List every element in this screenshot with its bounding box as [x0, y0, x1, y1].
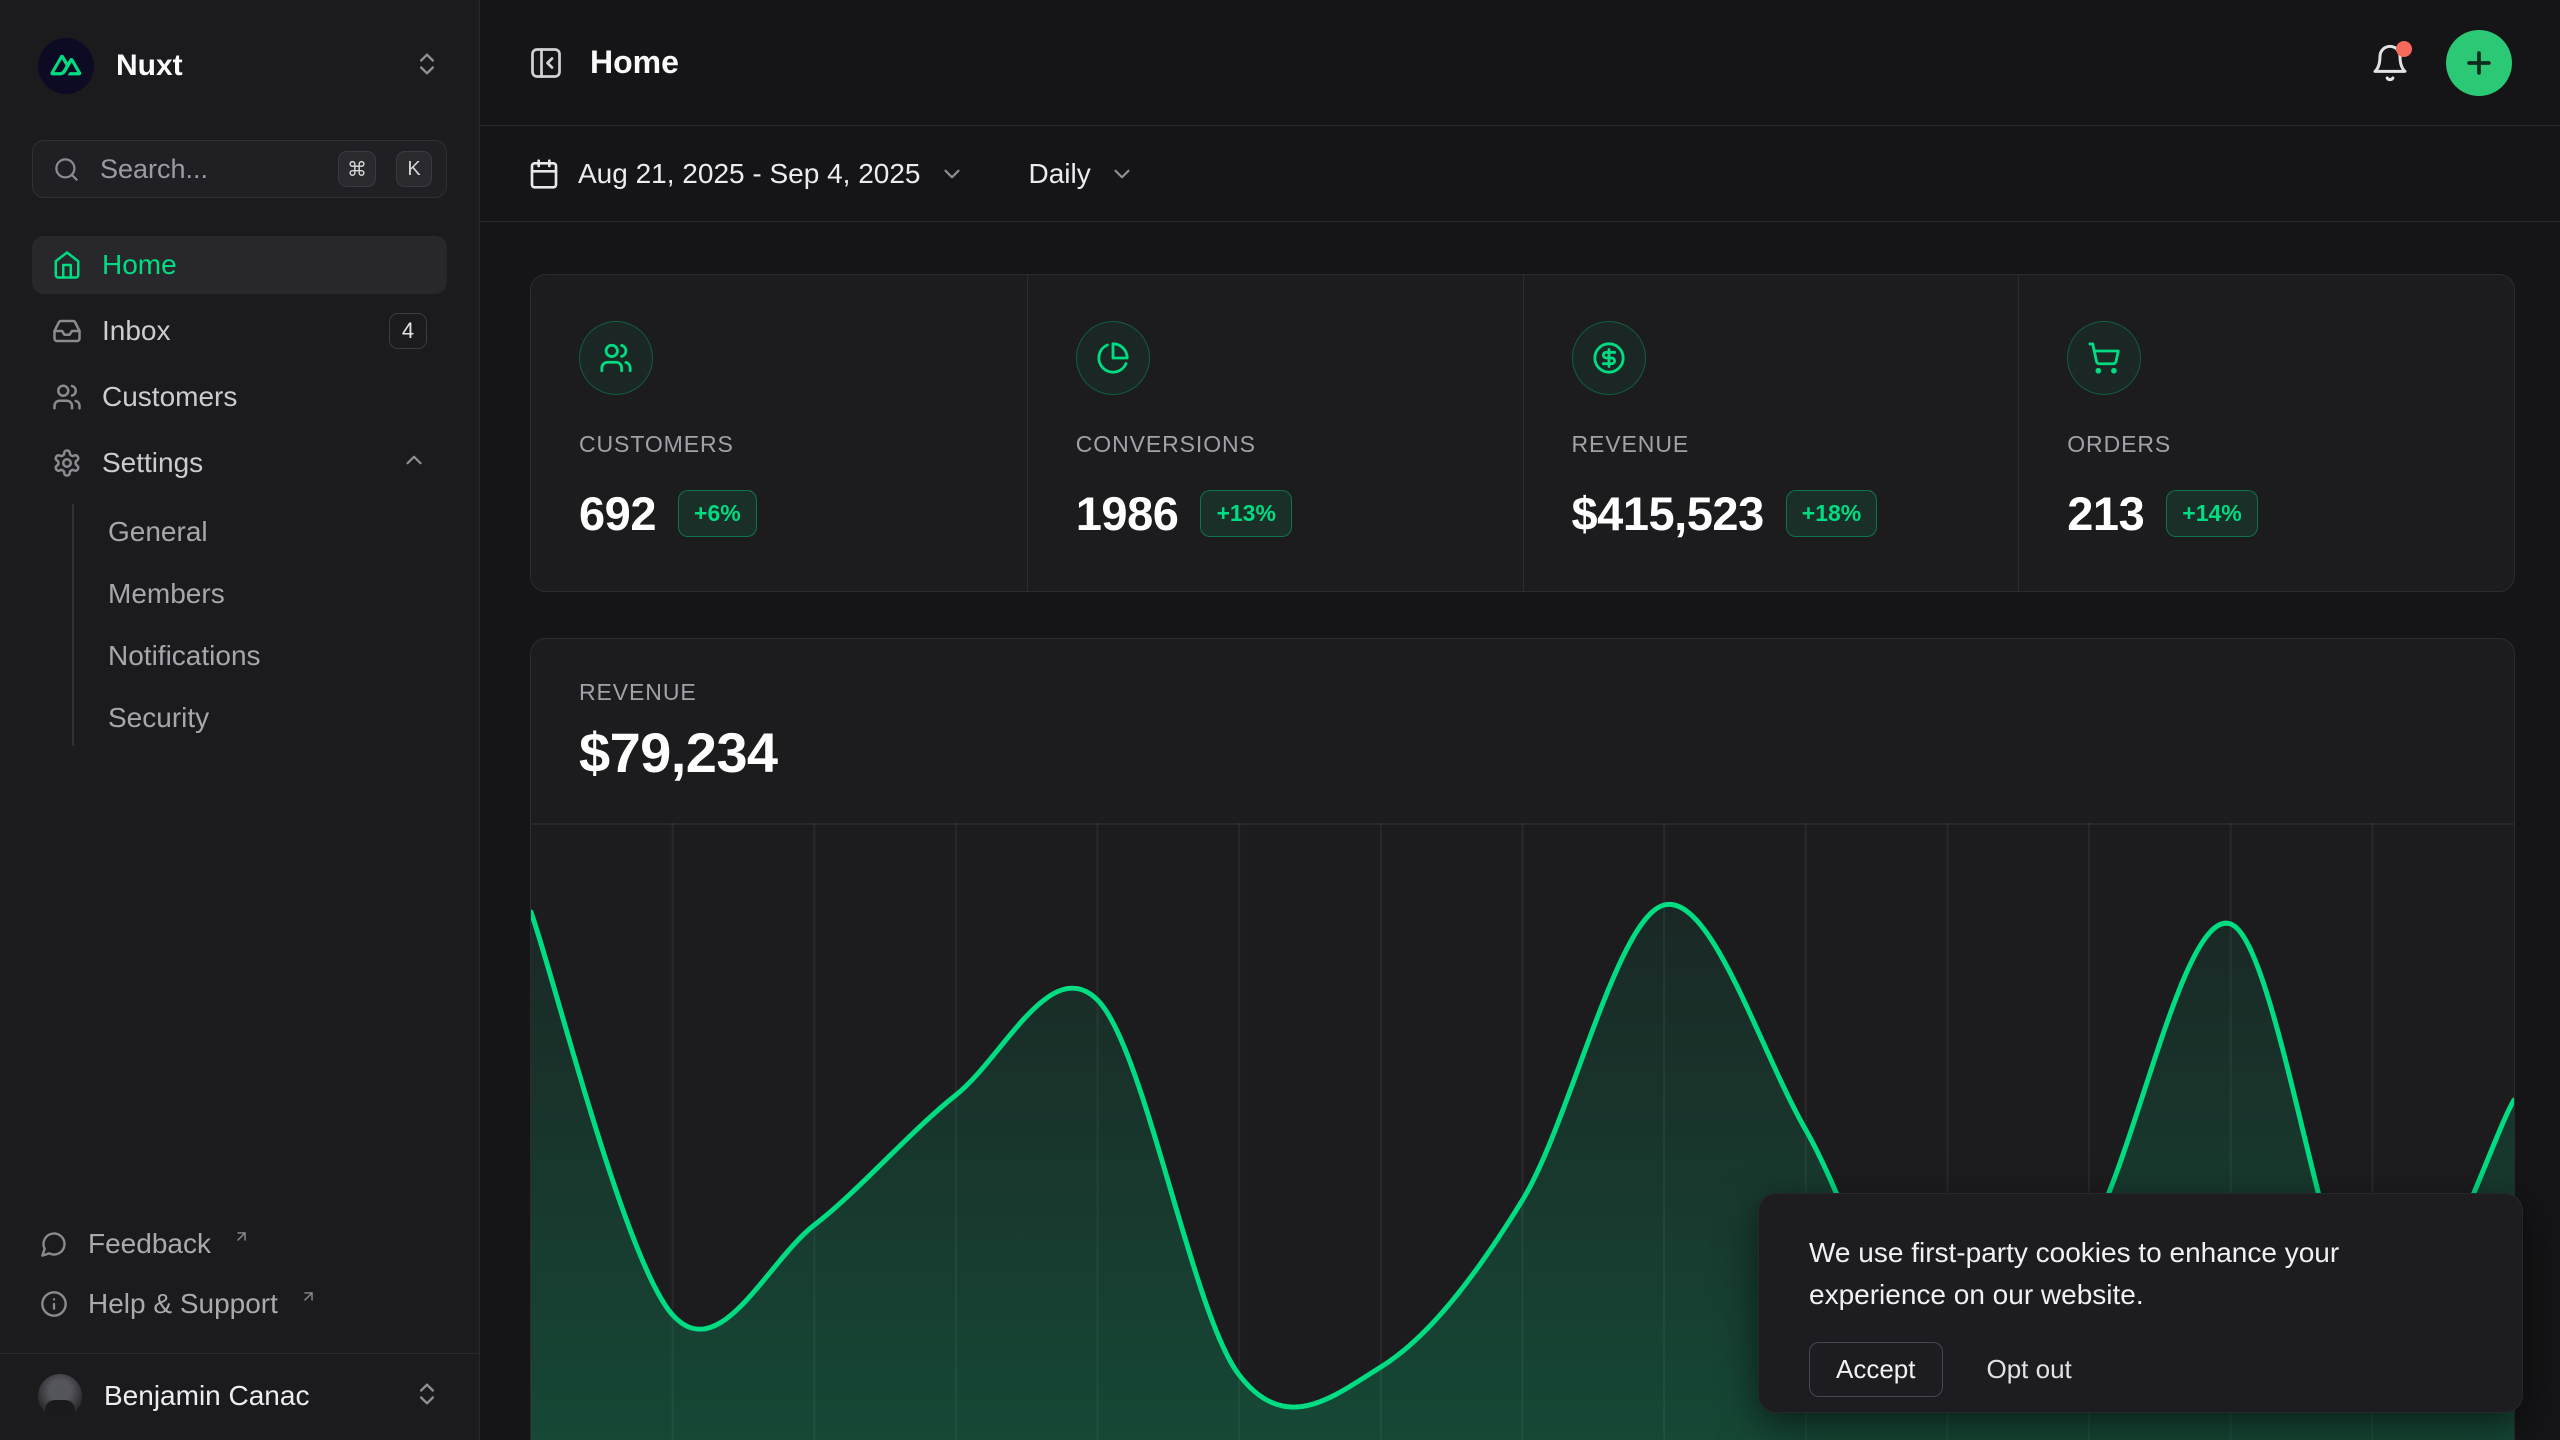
stat-customers: CUSTOMERS 692 +6%: [531, 275, 1027, 591]
sidebar-collapse-button[interactable]: [528, 45, 564, 81]
stat-label: CUSTOMERS: [579, 431, 979, 458]
cookie-banner: We use first-party cookies to enhance yo…: [1758, 1193, 2523, 1413]
date-range-label: Aug 21, 2025 - Sep 4, 2025: [578, 158, 921, 190]
stat-delta-badge: +18%: [1786, 490, 1877, 537]
subnav-label: Notifications: [108, 640, 261, 672]
revenue-chart-value: $79,234: [579, 720, 2466, 785]
topbar: Home: [480, 0, 2560, 126]
pie-chart-icon: [1076, 321, 1150, 395]
chevrons-up-down-icon: [413, 1380, 441, 1413]
stat-delta-badge: +6%: [678, 490, 757, 537]
settings-subnav: General Members Notifications Security: [72, 504, 447, 746]
stat-value: $415,523: [1572, 486, 1764, 541]
search-input[interactable]: Search... ⌘ K: [32, 140, 447, 198]
help-support-link[interactable]: Help & Support: [32, 1277, 447, 1331]
nuxt-logo-icon: [38, 38, 94, 94]
sidebar-item-notifications[interactable]: Notifications: [104, 628, 447, 684]
sidebar-item-home[interactable]: Home: [32, 236, 447, 294]
chevrons-up-down-icon: [413, 50, 441, 83]
stat-label: REVENUE: [1572, 431, 1971, 458]
avatar: [38, 1374, 82, 1418]
info-circle-icon: [40, 1290, 68, 1318]
sidebar: Nuxt Search... ⌘ K Home: [0, 0, 480, 1440]
inbox-icon: [52, 316, 82, 346]
users-icon: [52, 382, 82, 412]
stat-value: 213: [2067, 486, 2144, 541]
sidebar-item-label: Settings: [102, 447, 203, 479]
chevron-down-icon: [1109, 161, 1135, 187]
sidebar-item-customers[interactable]: Customers: [32, 368, 447, 426]
shopping-cart-icon: [2067, 321, 2141, 395]
stat-label: CONVERSIONS: [1076, 431, 1475, 458]
stat-orders: ORDERS 213 +14%: [2018, 275, 2514, 591]
calendar-icon: [528, 158, 560, 190]
opt-out-button[interactable]: Opt out: [1987, 1354, 2072, 1385]
cookie-message: We use first-party cookies to enhance yo…: [1809, 1232, 2472, 1316]
search-icon: [53, 156, 80, 183]
add-button[interactable]: [2446, 30, 2512, 96]
kbd-meta: ⌘: [338, 151, 376, 187]
sidebar-item-label: Customers: [102, 381, 237, 413]
stat-label: ORDERS: [2067, 431, 2466, 458]
sidebar-item-members[interactable]: Members: [104, 566, 447, 622]
footer-link-label: Feedback: [88, 1228, 211, 1260]
feedback-link[interactable]: Feedback: [32, 1217, 447, 1271]
chevron-down-icon: [939, 161, 965, 187]
subnav-label: General: [108, 516, 208, 548]
external-link-icon: [233, 1228, 250, 1245]
team-name: Nuxt: [116, 49, 391, 83]
revenue-chart-label: REVENUE: [579, 679, 2466, 706]
notification-dot: [2396, 41, 2412, 57]
gear-icon: [52, 448, 82, 478]
team-selector[interactable]: Nuxt: [32, 36, 447, 96]
stat-value: 692: [579, 486, 656, 541]
subnav-label: Security: [108, 702, 209, 734]
external-link-icon: [300, 1288, 317, 1305]
stat-value: 1986: [1076, 486, 1179, 541]
kbd-k: K: [396, 151, 432, 187]
sidebar-item-security[interactable]: Security: [104, 690, 447, 746]
toolbar: Aug 21, 2025 - Sep 4, 2025 Daily: [480, 126, 2560, 222]
dollar-circle-icon: [1572, 321, 1646, 395]
search-placeholder: Search...: [100, 154, 318, 185]
users-icon: [579, 321, 653, 395]
date-range-picker[interactable]: Aug 21, 2025 - Sep 4, 2025: [528, 158, 965, 190]
sidebar-item-general[interactable]: General: [104, 504, 447, 560]
sidebar-footer: Feedback Help & Support: [32, 1217, 447, 1339]
granularity-select[interactable]: Daily: [1029, 158, 1135, 190]
notifications-button[interactable]: [2370, 43, 2410, 83]
granularity-label: Daily: [1029, 158, 1091, 190]
accept-button[interactable]: Accept: [1809, 1342, 1943, 1397]
sidebar-nav: Home Inbox 4 Customers Setting: [32, 236, 447, 746]
page-title: Home: [590, 44, 679, 81]
sidebar-item-label: Inbox: [102, 315, 171, 347]
sidebar-item-label: Home: [102, 249, 177, 281]
sidebar-item-settings[interactable]: Settings: [32, 434, 447, 492]
subnav-label: Members: [108, 578, 225, 610]
stat-conversions: CONVERSIONS 1986 +13%: [1027, 275, 1523, 591]
user-name: Benjamin Canac: [104, 1380, 391, 1412]
stat-delta-badge: +14%: [2166, 490, 2257, 537]
stat-revenue: REVENUE $415,523 +18%: [1523, 275, 2019, 591]
footer-link-label: Help & Support: [88, 1288, 278, 1320]
chevron-up-icon: [401, 447, 427, 480]
home-icon: [52, 250, 82, 280]
user-menu[interactable]: Benjamin Canac: [0, 1353, 479, 1440]
stats-card: CUSTOMERS 692 +6% CONVERSIONS 1986 +13%: [530, 274, 2515, 592]
sidebar-item-inbox[interactable]: Inbox 4: [32, 302, 447, 360]
plus-icon: [2462, 46, 2496, 80]
stat-delta-badge: +13%: [1200, 490, 1291, 537]
inbox-count-badge: 4: [389, 313, 427, 349]
chat-bubble-icon: [40, 1230, 68, 1258]
dashboard-app: Nuxt Search... ⌘ K Home: [0, 0, 2560, 1440]
